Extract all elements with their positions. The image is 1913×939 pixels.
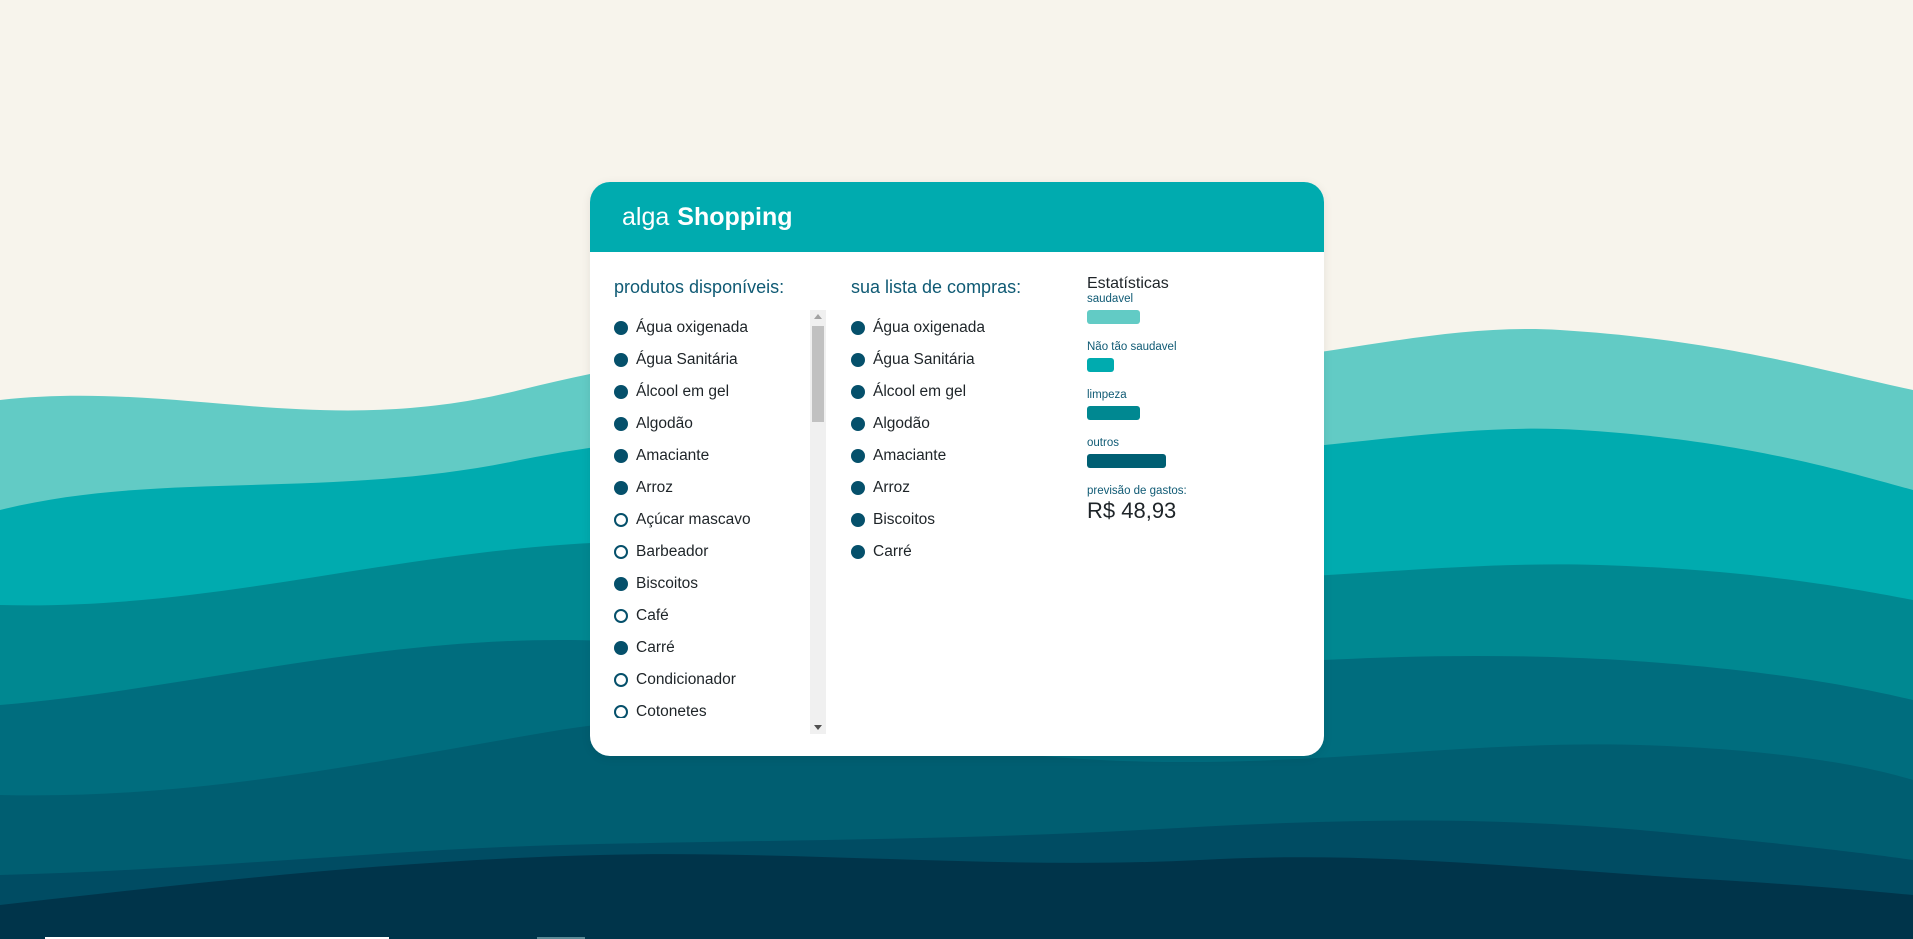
filled-circle-icon bbox=[614, 641, 628, 655]
shopping-list-item[interactable]: Água oxigenada bbox=[851, 312, 1063, 344]
empty-circle-icon bbox=[614, 513, 628, 527]
available-products-list: Água oxigenada Água Sanitária Álcool em ge… bbox=[614, 312, 826, 718]
available-item[interactable]: Água Sanitária bbox=[614, 344, 826, 376]
stat-category-label: saudavel bbox=[1087, 293, 1134, 305]
empty-circle-icon bbox=[614, 545, 628, 559]
forecast-value: R$ 48,93 bbox=[1087, 498, 1177, 523]
shopping-list-item-label: Água Sanitária bbox=[873, 351, 975, 368]
available-item[interactable]: Amaciante bbox=[614, 440, 826, 472]
available-item-label: Café bbox=[636, 607, 669, 624]
statistics-panel: Estatísticas saudavel Não tão saudavel lim… bbox=[1087, 276, 1307, 524]
available-item-label: Algodão bbox=[636, 415, 693, 432]
available-item-label: Biscoitos bbox=[636, 575, 699, 592]
shopping-list-item-label: Algodão bbox=[873, 415, 930, 432]
available-item[interactable]: Álcool em gel bbox=[614, 376, 826, 408]
filled-circle-icon bbox=[614, 385, 628, 399]
forecast-label: previsão de gastos: bbox=[1087, 485, 1187, 497]
shopping-list-item[interactable]: Carré bbox=[851, 536, 1063, 568]
available-products-column: produtos disponíveis: Água oxigenada Água… bbox=[614, 276, 826, 718]
shopping-list-item-label: Biscoitos bbox=[873, 511, 936, 528]
shopping-list-item[interactable]: Arroz bbox=[851, 472, 1063, 504]
filled-circle-icon bbox=[851, 385, 865, 399]
shopping-list-item[interactable]: Álcool em gel bbox=[851, 376, 1063, 408]
available-item-label: Barbeador bbox=[636, 543, 709, 560]
available-item[interactable]: Café bbox=[614, 600, 826, 632]
shopping-list-item[interactable]: Amaciante bbox=[851, 440, 1063, 472]
shopping-list-item[interactable]: Biscoitos bbox=[851, 504, 1063, 536]
available-item-label: Condicionador bbox=[636, 671, 736, 688]
available-item[interactable]: Algodão bbox=[614, 408, 826, 440]
available-item[interactable]: Água oxigenada bbox=[614, 312, 826, 344]
filled-circle-icon bbox=[851, 513, 865, 527]
available-item[interactable]: Arroz bbox=[614, 472, 826, 504]
filled-circle-icon bbox=[851, 353, 865, 367]
statistics-title: Estatísticas bbox=[1087, 275, 1169, 292]
scrollbar-thumb[interactable] bbox=[812, 326, 824, 422]
available-item[interactable]: Barbeador bbox=[614, 536, 826, 568]
available-item-label: Cotonetes bbox=[636, 703, 707, 718]
stat-category-bar bbox=[1087, 310, 1140, 324]
shopping-list-column: sua lista de compras: Água oxigenada Água… bbox=[851, 276, 1063, 568]
shopping-list: Água oxigenada Água Sanitária Álcool em ge… bbox=[851, 312, 1063, 568]
available-item-label: Arroz bbox=[636, 479, 674, 496]
scroll-up-arrow-icon[interactable] bbox=[814, 314, 822, 319]
shopping-list-item-label: Arroz bbox=[873, 479, 911, 496]
available-item[interactable]: Carré bbox=[614, 632, 826, 664]
available-item-label: Água Sanitária bbox=[636, 351, 738, 368]
empty-circle-icon bbox=[614, 673, 628, 687]
shopping-list-item-label: Carré bbox=[873, 543, 912, 560]
available-item[interactable]: Biscoitos bbox=[614, 568, 826, 600]
empty-circle-icon bbox=[614, 609, 628, 623]
available-item[interactable]: Açúcar mascavo bbox=[614, 504, 826, 536]
filled-circle-icon bbox=[614, 577, 628, 591]
available-products-scrollbar[interactable] bbox=[810, 310, 826, 734]
stat-category-label: outros bbox=[1087, 437, 1119, 449]
filled-circle-icon bbox=[614, 481, 628, 495]
available-item-label: Açúcar mascavo bbox=[636, 511, 751, 528]
card-header: alga Shopping bbox=[590, 182, 1324, 252]
available-item-label: Carré bbox=[636, 639, 675, 656]
shopping-list-item-label: Amaciante bbox=[873, 447, 947, 464]
available-item-label: Água oxigenada bbox=[636, 319, 749, 336]
statistics-list: saudavel Não tão saudavel limpeza outros bbox=[1087, 292, 1307, 468]
stat-category-label: Não tão saudavel bbox=[1087, 341, 1177, 353]
stat-category: saudavel bbox=[1087, 292, 1307, 324]
shopping-list-title: sua lista de compras: bbox=[851, 277, 1022, 297]
scroll-down-arrow-icon[interactable] bbox=[814, 725, 822, 730]
available-products-scroll[interactable]: Água oxigenada Água Sanitária Álcool em ge… bbox=[614, 298, 826, 718]
filled-circle-icon bbox=[614, 417, 628, 431]
shopping-list-item[interactable]: Água Sanitária bbox=[851, 344, 1063, 376]
available-item-label: Álcool em gel bbox=[636, 383, 730, 400]
available-item-label: Amaciante bbox=[636, 447, 710, 464]
available-item[interactable]: Condicionador bbox=[614, 664, 826, 696]
brand-bold: Shopping bbox=[677, 202, 793, 231]
filled-circle-icon bbox=[851, 321, 865, 335]
filled-circle-icon bbox=[851, 417, 865, 431]
available-products-title: produtos disponíveis: bbox=[614, 277, 785, 297]
empty-circle-icon bbox=[614, 705, 628, 718]
filled-circle-icon bbox=[614, 449, 628, 463]
stat-category-label: limpeza bbox=[1087, 389, 1127, 401]
filled-circle-icon bbox=[851, 481, 865, 495]
filled-circle-icon bbox=[851, 545, 865, 559]
filled-circle-icon bbox=[614, 353, 628, 367]
filled-circle-icon bbox=[614, 321, 628, 335]
stat-category: outros bbox=[1087, 436, 1307, 468]
brand-light: alga bbox=[622, 202, 670, 231]
shopping-card: alga Shopping produtos disponíveis: Água… bbox=[590, 182, 1324, 756]
stat-category-bar bbox=[1087, 358, 1114, 372]
available-item[interactable]: Cotonetes bbox=[614, 696, 826, 718]
shopping-list-item-label: Álcool em gel bbox=[873, 383, 967, 400]
stat-category: Não tão saudavel bbox=[1087, 340, 1307, 372]
shopping-list-item[interactable]: Algodão bbox=[851, 408, 1063, 440]
filled-circle-icon bbox=[851, 449, 865, 463]
stat-category-bar bbox=[1087, 454, 1166, 468]
stat-category-bar bbox=[1087, 406, 1140, 420]
shopping-list-item-label: Água oxigenada bbox=[873, 319, 986, 336]
stat-category: limpeza bbox=[1087, 388, 1307, 420]
